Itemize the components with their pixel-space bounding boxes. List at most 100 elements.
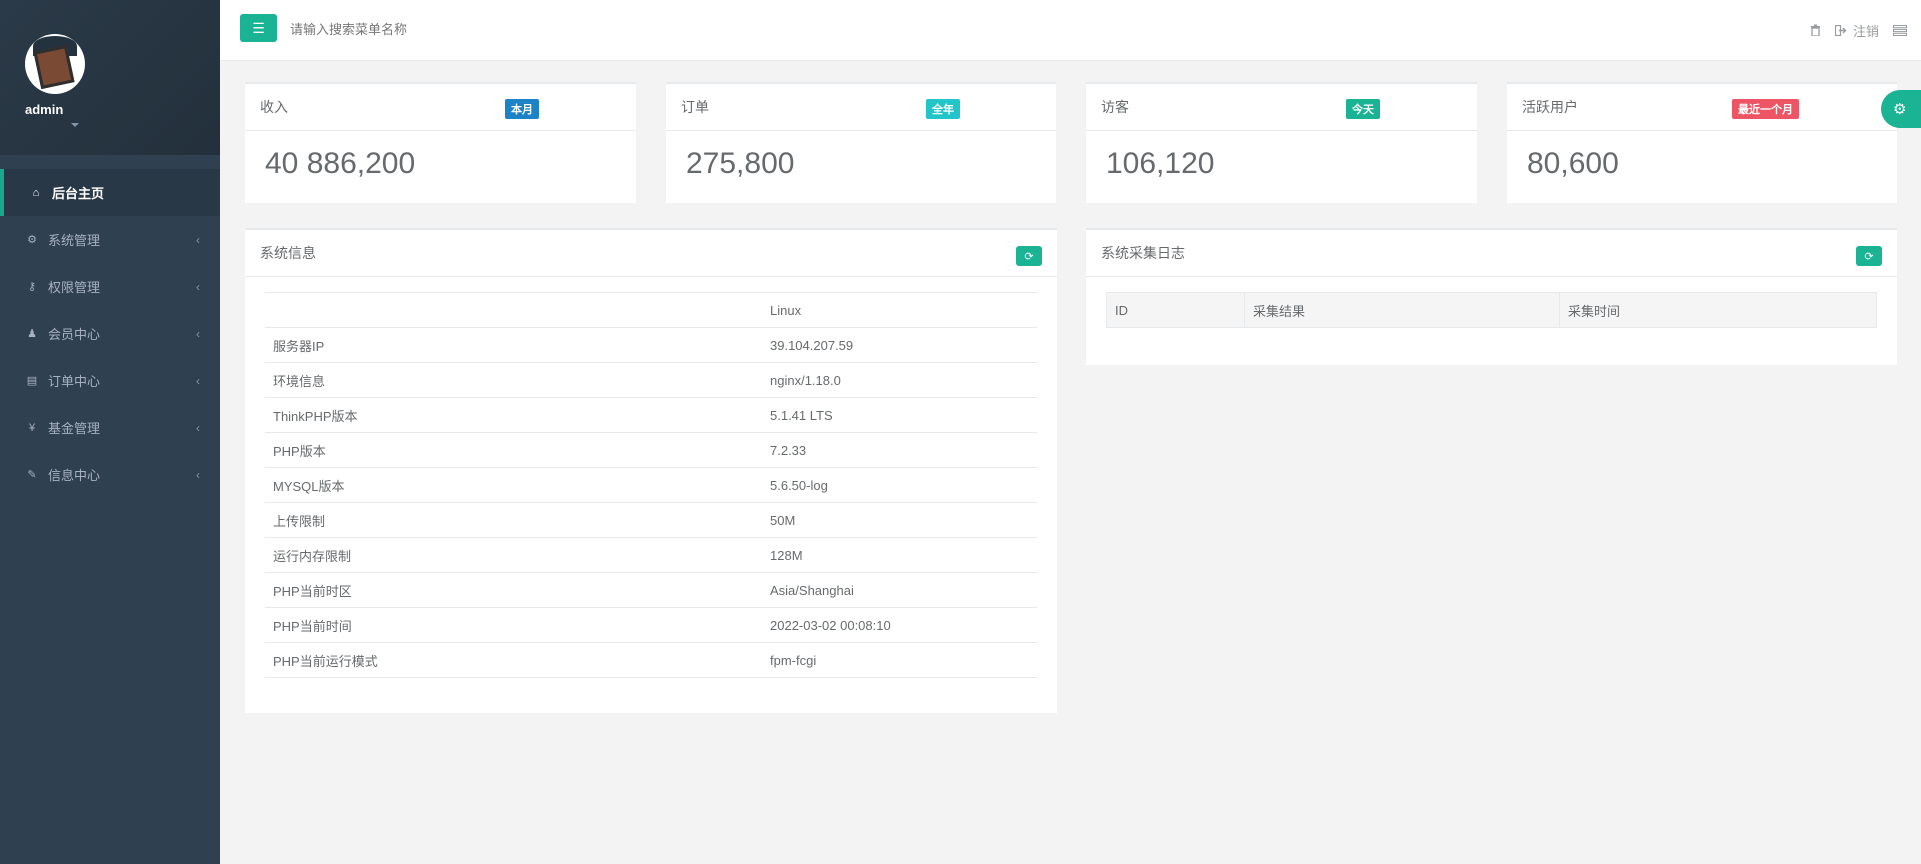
table-row: 服务器IP 39.104.207.59 xyxy=(265,327,1037,363)
stat-card-value: 80,600 xyxy=(1527,147,1619,180)
info-label: PHP当前时区 xyxy=(265,572,762,608)
info-label: 环境信息 xyxy=(265,362,762,398)
info-label: PHP当前运行模式 xyxy=(265,642,762,678)
sidebar-item-label: 系统管理 xyxy=(48,233,101,248)
info-value: 5.1.41 LTS xyxy=(762,397,1037,433)
stat-period-badge: 最近一个月 xyxy=(1732,99,1799,119)
system-info-title: 系统信息 xyxy=(260,245,316,261)
avatar[interactable] xyxy=(25,34,85,94)
cogs-icon: ⚙ xyxy=(27,234,37,246)
sidebar-item-6[interactable]: ✎ 信息中心 ‹ xyxy=(0,451,220,498)
sidebar-nav: ⌂ 后台主页 ⚙ 系统管理 ‹ ⚷ 权限管理 ‹ ♟ 会员中心 ‹ ▤ 订单中心 ‹ ¥ 基金管理 ‹ ✎ 信息中心… xyxy=(0,169,220,498)
stat-card-header: 活跃用户 最近一个月 xyxy=(1507,84,1897,131)
stat-card-value: 275,800 xyxy=(686,147,795,180)
table-row: PHP当前时间 2022-03-02 00:08:10 xyxy=(265,607,1037,643)
info-value: 39.104.207.59 xyxy=(762,327,1037,363)
refresh-icon: ⟳ xyxy=(1864,250,1874,263)
profile-panel: admin xyxy=(0,0,220,155)
home-icon: ⌂ xyxy=(32,186,40,199)
sidebar-item-label: 订单中心 xyxy=(48,374,101,389)
system-info-body: Linux 服务器IP 39.104.207.59 环境信息 nginx/1.18.0 T… xyxy=(245,277,1057,678)
collect-log-body: ID 采集结果 采集时间 xyxy=(1086,277,1897,328)
trash-button[interactable] xyxy=(1810,24,1821,36)
chevron-left-icon: ‹ xyxy=(196,373,200,388)
topbar-actions: 注销 xyxy=(1810,0,1921,60)
system-info-table: Linux 服务器IP 39.104.207.59 环境信息 nginx/1.18.0 T… xyxy=(265,292,1037,678)
info-value: 128M xyxy=(762,537,1037,573)
table-row: PHP当前时区 Asia/Shanghai xyxy=(265,572,1037,608)
sidebar-item-label: 信息中心 xyxy=(48,468,101,483)
info-value: 5.6.50-log xyxy=(762,467,1037,503)
collect-log-title: 系统采集日志 xyxy=(1101,245,1185,261)
table-row: ThinkPHP版本 5.1.41 LTS xyxy=(265,397,1037,433)
sidebar-item-0[interactable]: ⌂ 后台主页 xyxy=(0,169,220,216)
table-row: Linux xyxy=(265,292,1037,328)
refresh-icon: ⟳ xyxy=(1024,250,1034,263)
stat-period-badge: 本月 xyxy=(505,99,539,119)
sidebar: admin ⌂ 后台主页 ⚙ 系统管理 ‹ ⚷ 权限管理 ‹ ♟ 会员中心 ‹ ▤ 订单中心 ‹ ¥ 基金管理… xyxy=(0,0,220,864)
collect-log-header: 系统采集日志 ⟳ xyxy=(1086,230,1897,277)
wrench-icon: ✎ xyxy=(27,469,37,481)
chevron-left-icon: ‹ xyxy=(196,279,200,294)
sidebar-item-label: 后台主页 xyxy=(52,186,105,201)
info-label: PHP版本 xyxy=(265,432,762,468)
info-value: Asia/Shanghai xyxy=(762,572,1037,608)
search-input[interactable] xyxy=(290,14,590,44)
stat-card-header: 访客 今天 xyxy=(1086,84,1477,131)
chevron-left-icon: ‹ xyxy=(196,467,200,482)
info-value: Linux xyxy=(762,292,1037,328)
right-sidebar-toggle[interactable] xyxy=(1893,24,1907,36)
table-row: 上传限制 50M xyxy=(265,502,1037,538)
theme-settings-button[interactable]: ⚙ xyxy=(1881,90,1921,128)
system-info-panel: 系统信息 ⟳ Linux 服务器IP 39.104.207.59 环境信息 nginx/… xyxy=(245,228,1057,713)
stat-card: 活跃用户 最近一个月 80,600 xyxy=(1507,82,1897,203)
table-row: 运行内存限制 128M xyxy=(265,537,1037,573)
table-row: MYSQL版本 5.6.50-log xyxy=(265,467,1037,503)
sidebar-item-label: 基金管理 xyxy=(48,421,101,436)
column-header[interactable]: 采集结果 xyxy=(1244,292,1560,328)
stat-card-title: 收入 xyxy=(260,99,288,115)
chevron-left-icon: ‹ xyxy=(196,420,200,435)
trash-icon xyxy=(1810,24,1820,36)
topbar: ☰ 注销 xyxy=(220,0,1921,61)
gears-icon: ⚙ xyxy=(1893,101,1907,118)
list-icon: ▤ xyxy=(26,375,38,387)
collect-log-table: ID 采集结果 采集时间 xyxy=(1106,292,1877,328)
stat-period-badge: 今天 xyxy=(1346,99,1380,119)
yen-icon: ¥ xyxy=(28,421,36,434)
sidebar-item-label: 权限管理 xyxy=(48,280,101,295)
table-row: 环境信息 nginx/1.18.0 xyxy=(265,362,1037,398)
refresh-collect-log-button[interactable]: ⟳ xyxy=(1856,246,1882,266)
menu-toggle-button[interactable]: ☰ xyxy=(240,14,277,42)
info-value: fpm-fcgi xyxy=(762,642,1037,678)
stat-card-value: 106,120 xyxy=(1106,147,1215,180)
sidebar-item-2[interactable]: ⚷ 权限管理 ‹ xyxy=(0,263,220,310)
sidebar-item-4[interactable]: ▤ 订单中心 ‹ xyxy=(0,357,220,404)
system-info-header: 系统信息 ⟳ xyxy=(245,230,1057,277)
info-value: 50M xyxy=(762,502,1037,538)
stat-card-title: 活跃用户 xyxy=(1522,99,1578,115)
sidebar-item-3[interactable]: ♟ 会员中心 ‹ xyxy=(0,310,220,357)
sidebar-item-5[interactable]: ¥ 基金管理 ‹ xyxy=(0,404,220,451)
logout-label: 注销 xyxy=(1852,23,1879,39)
chevron-left-icon: ‹ xyxy=(196,326,200,341)
refresh-system-info-button[interactable]: ⟳ xyxy=(1016,246,1042,266)
user-icon: ♟ xyxy=(27,328,37,340)
stat-period-badge: 全年 xyxy=(926,99,960,119)
bars-icon: ☰ xyxy=(252,19,265,36)
column-header[interactable]: ID xyxy=(1106,292,1245,328)
logout-button[interactable]: 注销 xyxy=(1834,21,1879,40)
stat-card-title: 订单 xyxy=(681,99,709,115)
sidebar-item-1[interactable]: ⚙ 系统管理 ‹ xyxy=(0,216,220,263)
tasks-icon xyxy=(1893,24,1907,36)
stat-card: 访客 今天 106,120 xyxy=(1086,82,1477,203)
info-value: 2022-03-02 00:08:10 xyxy=(762,607,1037,643)
info-label: PHP当前时间 xyxy=(265,607,762,643)
info-label: 上传限制 xyxy=(265,502,762,538)
stat-card-title: 访客 xyxy=(1101,99,1129,115)
info-label: MYSQL版本 xyxy=(265,467,762,503)
caret-down-icon[interactable] xyxy=(71,123,79,127)
profile-username[interactable]: admin xyxy=(25,102,220,117)
info-label: ThinkPHP版本 xyxy=(265,397,762,433)
column-header[interactable]: 采集时间 xyxy=(1559,292,1877,328)
